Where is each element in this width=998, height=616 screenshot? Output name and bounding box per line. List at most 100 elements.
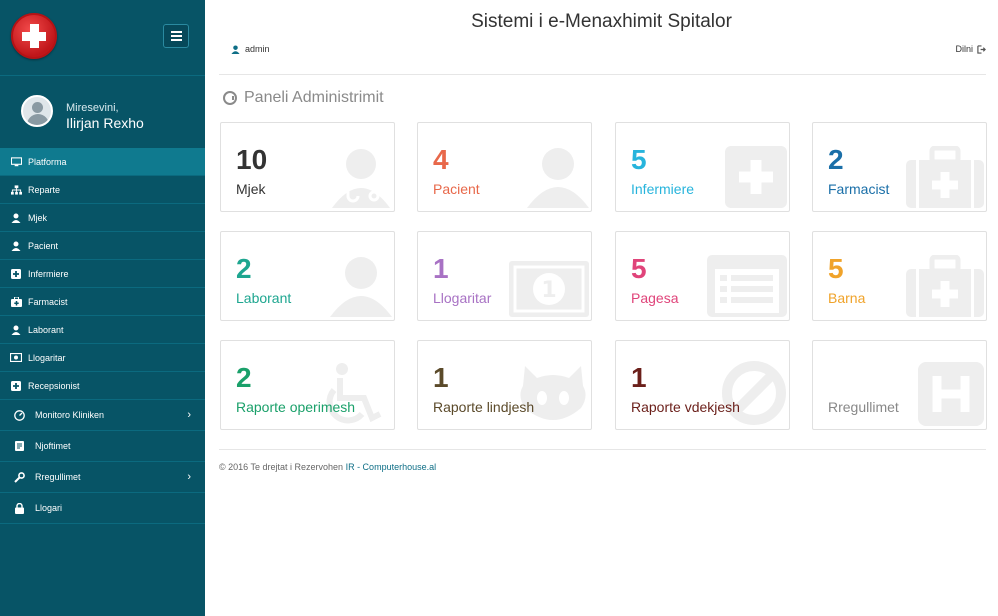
sidebar-item-label: Recepsionist bbox=[28, 380, 80, 391]
sidebar-item-label: Reparte bbox=[28, 184, 61, 195]
sidebar-item-reparte[interactable]: Reparte bbox=[0, 176, 205, 204]
wrench-icon bbox=[13, 471, 25, 483]
user-icon bbox=[527, 146, 589, 211]
sidebar-item-mjek[interactable]: Mjek bbox=[0, 204, 205, 232]
stat-value: 2 bbox=[236, 362, 252, 393]
sidebar-item-platforma[interactable]: Platforma bbox=[0, 148, 205, 176]
plus-square-icon bbox=[725, 146, 787, 211]
sidebar-item-llogari[interactable]: Llogari bbox=[0, 493, 205, 524]
app-title: Sistemi i e-Menaxhimit Spitalor bbox=[471, 11, 732, 32]
stat-value: 5 bbox=[828, 253, 844, 284]
sign-out-icon bbox=[977, 44, 986, 54]
sidebar-item-label: Infermiere bbox=[28, 268, 69, 279]
section-title: Paneli Administrimit bbox=[223, 89, 384, 107]
github-icon bbox=[517, 362, 589, 429]
user-profile: Miresevini, Ilirjan Rexho bbox=[0, 76, 205, 148]
sidebar-item-llogaritar[interactable]: Llogaritar bbox=[0, 344, 205, 372]
logout-link[interactable]: Dilni bbox=[955, 44, 986, 54]
stat-card-raporte-operimesh[interactable]: 2 Raporte operimesh bbox=[220, 340, 395, 430]
stat-card-barna[interactable]: 5 Barna bbox=[812, 231, 987, 321]
stat-label: Farmacist bbox=[828, 181, 890, 197]
stat-card-llogaritar[interactable]: 1 1 Llogaritar bbox=[417, 231, 592, 321]
plus-square-icon bbox=[10, 268, 22, 279]
user-icon bbox=[330, 255, 392, 320]
sidebar-item-recepsionist[interactable]: Recepsionist bbox=[0, 372, 205, 400]
chevron-right-icon: › bbox=[187, 471, 191, 483]
user-icon bbox=[231, 44, 240, 54]
stat-value: 1 bbox=[433, 362, 449, 393]
sidebar-item-laborant[interactable]: Laborant bbox=[0, 316, 205, 344]
medkit-icon bbox=[906, 145, 984, 211]
stat-label: Rregullimet bbox=[828, 399, 899, 415]
lock-icon bbox=[13, 502, 25, 514]
stat-card-pacient[interactable]: 4 Pacient bbox=[417, 122, 592, 212]
money-icon bbox=[10, 353, 22, 363]
stat-label: Barna bbox=[828, 290, 866, 306]
footer-divider bbox=[219, 449, 986, 450]
sidebar-item-label: Laborant bbox=[28, 324, 64, 335]
sidebar-item-label: Njoftimet bbox=[35, 441, 71, 451]
sidebar-item-label: Llogaritar bbox=[28, 352, 66, 363]
sidebar-item-infermiere[interactable]: Infermiere bbox=[0, 260, 205, 288]
user-icon bbox=[10, 241, 22, 251]
hospital-logo[interactable] bbox=[11, 13, 57, 59]
footer-text: © 2016 Te drejtat i Rezervohen bbox=[219, 462, 344, 472]
sidebar-item-label: Mjek bbox=[28, 212, 48, 223]
stat-value: 2 bbox=[236, 253, 252, 284]
username-text: Ilirjan Rexho bbox=[66, 115, 144, 131]
sidebar-item-label: Rregullimet bbox=[35, 472, 81, 482]
medkit-icon bbox=[10, 296, 22, 307]
stat-card-pagesa[interactable]: 5 Pagesa bbox=[615, 231, 790, 321]
stat-card-infermiere[interactable]: 5 Infermiere bbox=[615, 122, 790, 212]
list-alt-icon bbox=[707, 255, 787, 320]
footer-link[interactable]: IR - Computerhouse.al bbox=[346, 462, 437, 472]
wheelchair-icon bbox=[320, 362, 392, 429]
stat-card-rregullimet[interactable]: Rregullimet bbox=[812, 340, 987, 430]
stat-label: Raporte operimesh bbox=[236, 399, 356, 415]
sidebar-item-monitoro-kliniken[interactable]: Monitoro Kliniken › bbox=[0, 400, 205, 431]
sidebar-item-farmacist[interactable]: Farmacist bbox=[0, 288, 205, 316]
stat-card-raporte-vdekjesh[interactable]: 1 Raporte vdekjesh bbox=[615, 340, 790, 430]
doctor-icon bbox=[10, 213, 22, 223]
stat-label: Raporte vdekjesh bbox=[631, 399, 740, 415]
stat-label: Raporte lindjesh bbox=[433, 399, 535, 415]
sidebar-item-rregullimet[interactable]: Rregullimet › bbox=[0, 462, 205, 493]
money-icon: 1 bbox=[509, 261, 589, 320]
stat-label: Laborant bbox=[236, 290, 292, 306]
dashboard-icon bbox=[13, 409, 25, 421]
stat-card-raporte-lindjesh[interactable]: 1 Raporte lindjesh bbox=[417, 340, 592, 430]
sidebar-item-label: Platforma bbox=[28, 156, 67, 167]
stat-label: Mjek bbox=[236, 181, 266, 197]
header-divider bbox=[219, 74, 986, 75]
sidebar-brand bbox=[0, 0, 205, 76]
stat-value: 5 bbox=[631, 144, 647, 175]
sidebar-item-label: Monitoro Kliniken bbox=[35, 410, 105, 420]
logout-label: Dilni bbox=[955, 44, 973, 54]
ban-icon bbox=[721, 360, 787, 429]
circle-arrow-icon bbox=[223, 91, 237, 105]
greeting-text: Miresevini, bbox=[66, 102, 119, 114]
stat-value: 4 bbox=[433, 144, 449, 175]
h-square-icon bbox=[918, 362, 984, 429]
section-title-text: Paneli Administrimit bbox=[244, 89, 384, 106]
stat-card-laborant[interactable]: 2 Laborant bbox=[220, 231, 395, 321]
footer: © 2016 Te drejtat i Rezervohen IR - Comp… bbox=[219, 462, 436, 472]
menu-toggle-button[interactable] bbox=[163, 24, 189, 48]
notice-icon bbox=[13, 441, 25, 451]
current-user-label: admin bbox=[245, 44, 270, 54]
stat-card-farmacist[interactable]: 2 Farmacist bbox=[812, 122, 987, 212]
sidebar-item-njoftimet[interactable]: Njoftimet bbox=[0, 431, 205, 462]
sidebar-menu: Platforma Reparte Mjek Pacient Infermiere Far… bbox=[0, 148, 205, 524]
current-user[interactable]: admin bbox=[231, 44, 270, 54]
medkit-icon bbox=[906, 254, 984, 320]
plus-square-icon bbox=[10, 380, 22, 391]
chevron-right-icon: › bbox=[187, 409, 191, 421]
stat-value: 2 bbox=[828, 144, 844, 175]
stat-card-mjek[interactable]: 10 Mjek bbox=[220, 122, 395, 212]
stat-value: 10 bbox=[236, 144, 268, 175]
stat-label: Llogaritar bbox=[433, 290, 492, 306]
user-icon bbox=[10, 325, 22, 335]
sidebar-item-pacient[interactable]: Pacient bbox=[0, 232, 205, 260]
stat-label: Infermiere bbox=[631, 181, 695, 197]
stat-value: 1 bbox=[631, 362, 647, 393]
